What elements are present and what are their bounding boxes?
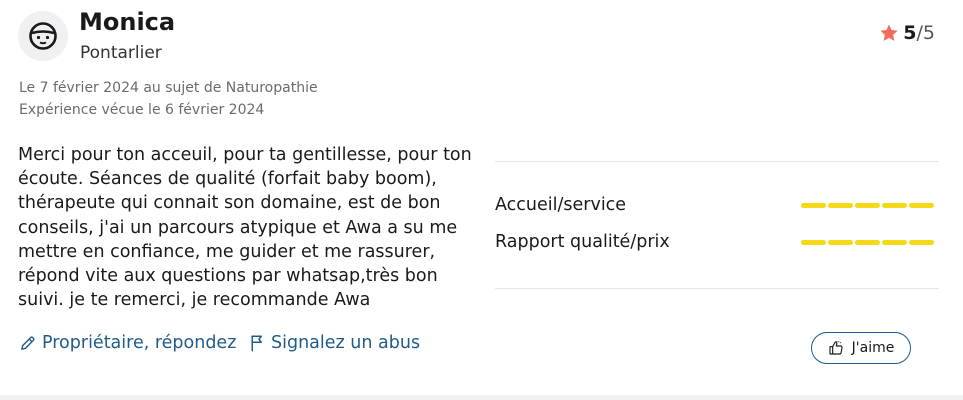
criterion-bars — [801, 240, 934, 245]
card-bottom-border — [0, 395, 963, 400]
face-avatar-icon — [29, 22, 57, 50]
rating-segment — [855, 240, 880, 245]
rating-segment — [828, 240, 853, 245]
rating-segment — [855, 203, 880, 208]
review-text: Merci pour ton acceuil, pour ta gentille… — [18, 145, 472, 311]
overall-rating: 5/5 — [879, 22, 935, 44]
divider — [495, 288, 939, 289]
reviewer-name: Monica — [79, 8, 176, 36]
flag-icon — [251, 335, 262, 352]
owner-reply-label: Propriétaire, répondez — [42, 333, 237, 353]
criterion-label: Accueil/service — [495, 195, 627, 215]
rating-segment — [801, 240, 826, 245]
like-button[interactable]: J'aime — [811, 332, 911, 364]
criterion-label: Rapport qualité/prix — [495, 232, 670, 252]
rating-segment — [909, 203, 934, 208]
reviewer-avatar — [18, 11, 68, 61]
report-abuse-link[interactable]: Signalez un abus — [250, 333, 420, 353]
rating-score: 5 — [903, 22, 917, 44]
star-icon — [880, 24, 898, 41]
review-date: Le 7 février 2024 au sujet de Naturopath… — [19, 80, 318, 96]
like-label: J'aime — [851, 340, 895, 356]
rating-segment — [909, 240, 934, 245]
experience-date: Expérience vécue le 6 février 2024 — [19, 102, 265, 118]
rating-segment — [828, 203, 853, 208]
reviewer-city: Pontarlier — [80, 43, 162, 63]
pencil-icon — [21, 336, 35, 350]
criterion-bars — [801, 203, 934, 208]
rating-max: /5 — [916, 22, 936, 44]
rating-segment — [801, 203, 826, 208]
review-card: Monica Pontarlier 5/5 Le 7 février 2024 … — [0, 0, 963, 395]
rating-segment — [882, 203, 907, 208]
owner-reply-link[interactable]: Propriétaire, répondez — [19, 333, 236, 353]
thumbs-up-icon — [829, 341, 843, 355]
report-abuse-label: Signalez un abus — [271, 333, 421, 353]
rating-segment — [882, 240, 907, 245]
divider — [495, 161, 939, 162]
